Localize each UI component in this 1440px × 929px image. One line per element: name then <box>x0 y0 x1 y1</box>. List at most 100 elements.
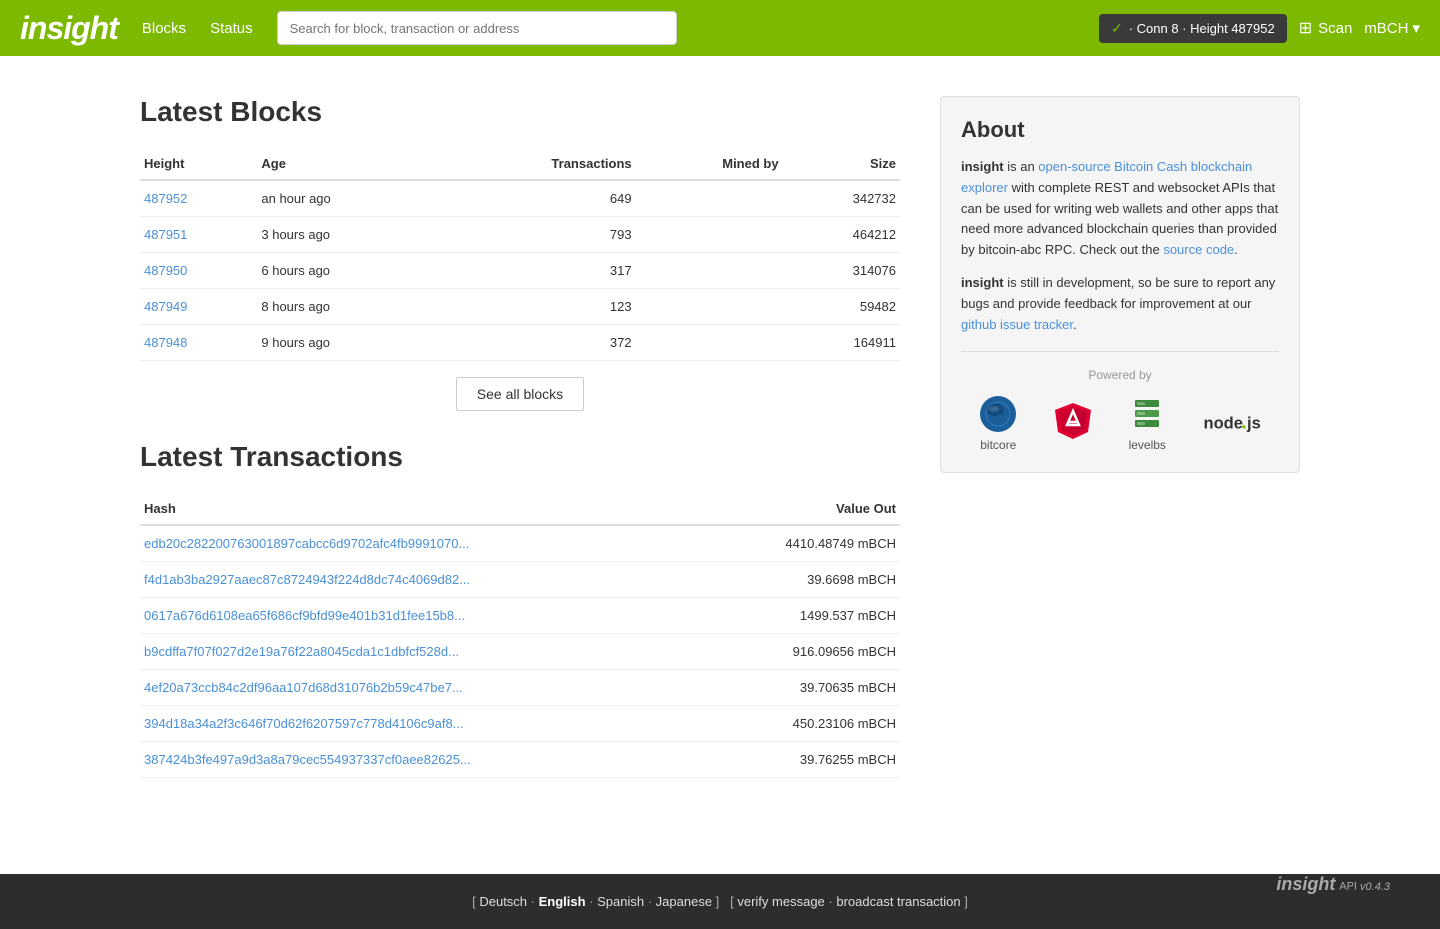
github-issue-tracker-link[interactable]: github issue tracker <box>961 317 1073 332</box>
bitcore-logo-item: bitcore <box>978 394 1018 452</box>
footer-api-label: API <box>1339 880 1360 892</box>
block-size: 464212 <box>783 217 900 253</box>
tx-hash-link[interactable]: 394d18a34a2f3c646f70d62f6207597c778d4106… <box>144 716 464 731</box>
currency-label: mBCH <box>1364 20 1408 37</box>
tx-hash-link[interactable]: 4ef20a73ccb84c2df96aa107d68d31076b2b59c4… <box>144 680 463 695</box>
footer-container: [ Deutsch · English · Spanish · Japanese… <box>20 894 1420 909</box>
tx-value: 39.70635 mBCH <box>701 670 900 706</box>
latest-blocks-title: Latest Blocks <box>140 96 900 128</box>
tx-value: 39.76255 mBCH <box>701 742 900 778</box>
angular-icon <box>1053 401 1093 441</box>
svg-text:.: . <box>1241 411 1247 434</box>
table-row: 4ef20a73ccb84c2df96aa107d68d31076b2b59c4… <box>140 670 900 706</box>
block-age: 6 hours ago <box>257 253 434 289</box>
block-mined-by <box>636 325 783 361</box>
footer-insight-logo: insight <box>1276 874 1335 894</box>
table-row: 394d18a34a2f3c646f70d62f6207597c778d4106… <box>140 706 900 742</box>
lang-spanish[interactable]: Spanish <box>597 894 644 909</box>
bitcore-icon <box>978 394 1018 434</box>
table-row: b9cdffa7f07f027d2e19a76f22a8045cda1c1dbf… <box>140 634 900 670</box>
powered-by-label: Powered by <box>961 368 1279 382</box>
leveldb-label: levelbs <box>1129 438 1166 452</box>
tx-value: 916.09656 mBCH <box>701 634 900 670</box>
check-icon: ✓ <box>1111 20 1123 37</box>
see-all-blocks-button[interactable]: See all blocks <box>456 377 584 411</box>
block-height-link[interactable]: 487950 <box>144 263 187 278</box>
block-tx-count: 123 <box>434 289 635 325</box>
chevron-down-icon: ▾ <box>1412 19 1420 37</box>
col-value-out: Value Out <box>701 493 900 525</box>
tx-hash-link[interactable]: f4d1ab3ba2927aaec87c8724943f224d8dc74c40… <box>144 572 470 587</box>
table-row: 387424b3fe497a9d3a8a79cec554937337cf0aee… <box>140 742 900 778</box>
lang-deutsch[interactable]: Deutsch <box>479 894 527 909</box>
logos-container: bitcore <box>961 394 1279 452</box>
about-text-1: insight is an open-source Bitcoin Cash b… <box>961 157 1279 261</box>
block-size: 164911 <box>783 325 900 361</box>
col-age: Age <box>257 148 434 180</box>
block-tx-count: 372 <box>434 325 635 361</box>
navbar-right: ✓ · Conn 8 · Height 487952 ⊞ Scan mBCH ▾ <box>1099 14 1420 43</box>
verify-message-link[interactable]: verify message <box>737 894 824 909</box>
nav-status[interactable]: Status <box>210 20 253 37</box>
block-height-link[interactable]: 487949 <box>144 299 187 314</box>
source-code-link[interactable]: source code <box>1163 242 1234 257</box>
block-size: 342732 <box>783 180 900 217</box>
about-box: About insight is an open-source Bitcoin … <box>940 96 1300 473</box>
content-area: Latest Blocks Height Age Transactions Mi… <box>140 96 900 794</box>
tx-hash-link[interactable]: 0617a676d6108ea65f686cf9bfd99e401b31d1fe… <box>144 608 465 623</box>
insight-label-1: insight <box>961 159 1004 174</box>
lang-english[interactable]: English <box>539 894 586 909</box>
block-mined-by <box>636 217 783 253</box>
powered-by-section: Powered by bitcore <box>961 351 1279 452</box>
block-tx-count: 649 <box>434 180 635 217</box>
nodejs-logo-item: node . js <box>1202 401 1262 445</box>
footer: [ Deutsch · English · Spanish · Japanese… <box>0 874 1440 929</box>
tx-value: 450.23106 mBCH <box>701 706 900 742</box>
scan-button[interactable]: ⊞ Scan <box>1299 18 1353 38</box>
blocks-table: Height Age Transactions Mined by Size 48… <box>140 148 900 361</box>
lang-japanese[interactable]: Japanese <box>656 894 712 909</box>
currency-dropdown[interactable]: mBCH ▾ <box>1364 19 1420 37</box>
block-mined-by <box>636 180 783 217</box>
block-tx-count: 793 <box>434 217 635 253</box>
navbar: insight Blocks Status ✓ · Conn 8 · Heigh… <box>0 0 1440 56</box>
block-age: 8 hours ago <box>257 289 434 325</box>
nav-blocks[interactable]: Blocks <box>142 20 186 37</box>
about-title: About <box>961 117 1279 143</box>
conn-label: · Conn 8 · Height 487952 <box>1129 21 1275 36</box>
block-mined-by <box>636 289 783 325</box>
block-age: 9 hours ago <box>257 325 434 361</box>
broadcast-transaction-link[interactable]: broadcast transaction <box>836 894 960 909</box>
block-mined-by <box>636 253 783 289</box>
tx-value: 1499.537 mBCH <box>701 598 900 634</box>
col-transactions: Transactions <box>434 148 635 180</box>
tx-value: 39.6698 mBCH <box>701 562 900 598</box>
leveldb-icon <box>1127 394 1167 434</box>
conn-badge: ✓ · Conn 8 · Height 487952 <box>1099 14 1287 43</box>
table-row: 487951 3 hours ago 793 464212 <box>140 217 900 253</box>
about-text-2: insight is still in development, so be s… <box>961 273 1279 335</box>
block-height-link[interactable]: 487951 <box>144 227 187 242</box>
svg-text:js: js <box>1246 415 1261 433</box>
block-height-link[interactable]: 487952 <box>144 191 187 206</box>
block-age: an hour ago <box>257 180 434 217</box>
table-row: 487949 8 hours ago 123 59482 <box>140 289 900 325</box>
tx-hash-link[interactable]: b9cdffa7f07f027d2e19a76f22a8045cda1c1dbf… <box>144 644 459 659</box>
table-row: edb20c282200763001897cabcc6d9702afc4fb99… <box>140 525 900 562</box>
tx-value: 4410.48749 mBCH <box>701 525 900 562</box>
search-input[interactable] <box>277 11 677 45</box>
svg-text:node: node <box>1203 415 1242 433</box>
bitcore-label: bitcore <box>980 438 1016 452</box>
col-size: Size <box>783 148 900 180</box>
brand-logo: insight <box>20 10 118 47</box>
col-height: Height <box>140 148 257 180</box>
nodejs-icon: node . js <box>1202 401 1262 441</box>
block-tx-count: 317 <box>434 253 635 289</box>
blockchain-explorer-link[interactable]: open-source Bitcoin Cash blockchain expl… <box>961 159 1252 195</box>
block-height-link[interactable]: 487948 <box>144 335 187 350</box>
tx-hash-link[interactable]: 387424b3fe497a9d3a8a79cec554937337cf0aee… <box>144 752 471 767</box>
tx-hash-link[interactable]: edb20c282200763001897cabcc6d9702afc4fb99… <box>144 536 469 551</box>
sidebar: About insight is an open-source Bitcoin … <box>940 96 1300 794</box>
scan-icon: ⊞ <box>1299 18 1312 38</box>
col-hash: Hash <box>140 493 701 525</box>
